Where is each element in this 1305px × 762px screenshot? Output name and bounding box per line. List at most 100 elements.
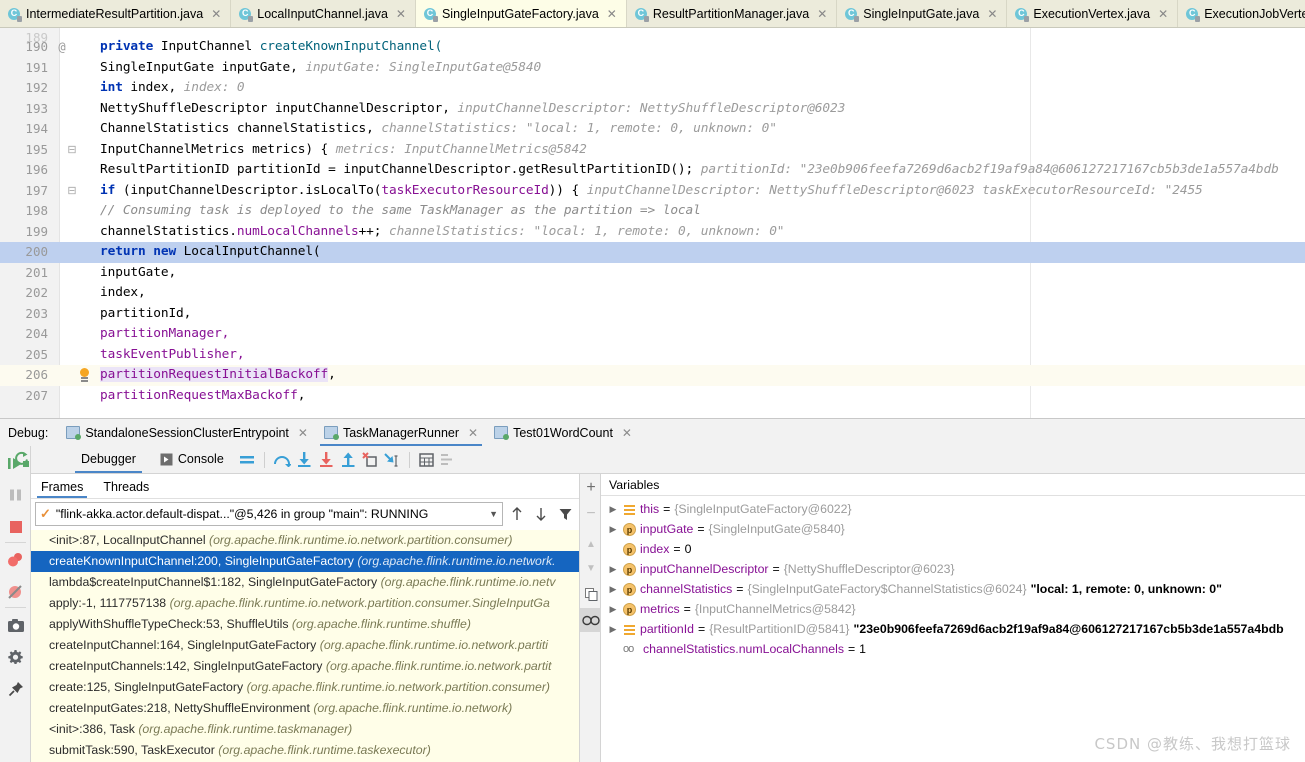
move-down-button[interactable]: ▼	[580, 556, 602, 580]
code-line[interactable]: 199 channelStatistics.numLocalChannels++…	[0, 222, 1305, 243]
expand-arrow-icon[interactable]: ▶	[607, 559, 619, 579]
close-icon[interactable]: ✕	[987, 8, 997, 20]
frames-subtab-frames[interactable]: Frames	[31, 480, 93, 498]
close-icon[interactable]: ✕	[817, 8, 827, 20]
variable-row[interactable]: ▶ partitionId = {ResultPartitionID@5841} …	[601, 619, 1305, 639]
intention-bulb-icon[interactable]	[78, 368, 91, 382]
code-editor[interactable]: 189 190 @ private InputChannel createKnownI…	[0, 28, 1305, 418]
settings-button[interactable]	[0, 642, 31, 672]
add-watch-button[interactable]: +	[580, 476, 602, 500]
fold-marker-icon[interactable]: ⊟	[66, 140, 78, 161]
expand-arrow-icon[interactable]: ▶	[607, 519, 619, 539]
close-icon[interactable]: ✕	[211, 8, 221, 20]
step-over-button[interactable]	[271, 449, 293, 471]
frame-item[interactable]: applyWithShuffleTypeCheck:53, ShuffleUti…	[31, 614, 579, 635]
code-line[interactable]: 203 partitionId,	[0, 304, 1305, 325]
editor-tab-0[interactable]: IntermediateResultPartition.java ✕	[0, 0, 232, 27]
frame-item[interactable]: createInputChannel:164, SingleInputGateF…	[31, 635, 579, 656]
code-line[interactable]: 204 partitionManager,	[0, 324, 1305, 345]
editor-tab-6[interactable]: ExecutionJobVertex.java✕	[1178, 0, 1305, 27]
mute-breakpoints-button[interactable]	[0, 577, 31, 607]
code-line[interactable]: 193 NettyShuffleDescriptor inputChannelD…	[0, 99, 1305, 120]
inspect-button[interactable]	[580, 608, 602, 632]
close-icon[interactable]: ✕	[622, 426, 632, 440]
frames-subtab-threads[interactable]: Threads	[93, 480, 159, 498]
debug-config-tab-1[interactable]: TaskManagerRunner ✕	[316, 419, 486, 446]
variables-list[interactable]: ▶ this = {SingleInputGateFactory@6022} ▶ p i…	[601, 496, 1305, 659]
chevron-down-icon[interactable]: ▼	[489, 509, 498, 519]
code-line[interactable]: 201 inputGate,	[0, 263, 1305, 284]
code-line[interactable]: 191 SingleInputGate inputGate, inputGate…	[0, 58, 1305, 79]
pin-tab-button[interactable]	[0, 674, 31, 704]
frame-item[interactable]: createKnownInputChannel:200, SingleInput…	[31, 551, 579, 572]
code-line[interactable]: 198 // Consuming task is deployed to the…	[0, 201, 1305, 222]
force-step-into-button[interactable]	[315, 449, 337, 471]
code-line[interactable]: 197 ⊟ if (inputChannelDescriptor.isLocalT…	[0, 181, 1305, 202]
run-to-cursor-button[interactable]	[381, 449, 403, 471]
rerun-button[interactable]	[10, 449, 32, 471]
frame-item[interactable]: createInputGates:218, NettyShuffleEnviro…	[31, 698, 579, 719]
debug-config-tab-0[interactable]: StandaloneSessionClusterEntrypoint ✕	[58, 419, 316, 446]
code-line[interactable]: 206 partitionRequestInitialBackoff,	[0, 365, 1305, 386]
code-line[interactable]: 196 ResultPartitionID partitionId = inpu…	[0, 160, 1305, 181]
evaluate-expression-button[interactable]	[416, 449, 438, 471]
copy-value-button[interactable]	[580, 582, 602, 606]
frame-item[interactable]: <init>:87, LocalInputChannel (org.apache…	[31, 530, 579, 551]
code-line[interactable]: 207 partitionRequestMaxBackoff,	[0, 386, 1305, 407]
frames-list[interactable]: <init>:87, LocalInputChannel (org.apache…	[31, 530, 579, 762]
override-marker-icon[interactable]: @	[54, 37, 70, 58]
code-line[interactable]: 205 taskEventPublisher,	[0, 345, 1305, 366]
editor-tab-3[interactable]: ResultPartitionManager.java ✕	[627, 0, 838, 27]
close-icon[interactable]: ✕	[468, 426, 478, 440]
debug-config-tab-2[interactable]: Test01WordCount ✕	[486, 419, 640, 446]
screenshot-button[interactable]	[0, 610, 31, 640]
frame-item[interactable]: create:125, SingleInputGateFactory (org.…	[31, 677, 579, 698]
layout-settings-button[interactable]	[236, 449, 258, 471]
frame-down-button[interactable]	[531, 503, 551, 525]
variable-row[interactable]: ▶ p channelStatistics = {SingleInputGateFa…	[601, 579, 1305, 599]
expand-arrow-icon[interactable]: ▶	[607, 599, 619, 619]
editor-tab-1[interactable]: LocalInputChannel.java ✕	[231, 0, 416, 27]
tab-debugger[interactable]: Debugger	[69, 446, 148, 473]
thread-selector[interactable]: ✓ "flink-akka.actor.default-dispat..."@5…	[35, 502, 503, 526]
close-icon[interactable]: ✕	[1158, 8, 1168, 20]
pause-program-button[interactable]	[0, 480, 31, 510]
frame-item[interactable]: createInputChannels:142, SingleInputGate…	[31, 656, 579, 677]
code-line[interactable]: 202 index,	[0, 283, 1305, 304]
frame-item[interactable]: lambda$createInputChannel$1:182, SingleI…	[31, 572, 579, 593]
editor-tab-5[interactable]: ExecutionVertex.java ✕	[1007, 0, 1179, 27]
frame-up-button[interactable]	[507, 503, 527, 525]
code-line[interactable]: 190 @ private InputChannel createKnownInpu…	[0, 37, 1305, 58]
variable-row[interactable]: ▶ p metrics = {InputChannelMetrics@5842}	[601, 599, 1305, 619]
close-icon[interactable]: ✕	[298, 426, 308, 440]
variable-row[interactable]: ▶ p inputGate = {SingleInputGate@5840}	[601, 519, 1305, 539]
step-into-button[interactable]	[293, 449, 315, 471]
code-line[interactable]: 192 int index, index: 0	[0, 78, 1305, 99]
close-icon[interactable]: ✕	[396, 8, 406, 20]
code-line[interactable]: 200 return new LocalInputChannel(	[0, 242, 1305, 263]
editor-tab-2[interactable]: SingleInputGateFactory.java ✕	[415, 0, 627, 27]
variable-row[interactable]: ▶ this = {SingleInputGateFactory@6022}	[601, 499, 1305, 519]
tab-console[interactable]: Console	[148, 446, 236, 473]
expand-arrow-icon[interactable]: ▶	[607, 619, 619, 639]
remove-watch-button[interactable]: −	[580, 502, 602, 526]
expand-arrow-icon[interactable]: ▶	[607, 499, 619, 519]
move-up-button[interactable]: ▲	[580, 532, 602, 556]
code-line[interactable]: 194 ChannelStatistics channelStatistics,…	[0, 119, 1305, 140]
close-icon[interactable]: ✕	[607, 8, 617, 20]
code-line[interactable]: 189	[0, 28, 1305, 45]
stop-button[interactable]	[0, 512, 31, 542]
filter-frames-button[interactable]	[555, 503, 575, 525]
frame-item[interactable]: <init>:386, Task (org.apache.flink.runti…	[31, 719, 579, 740]
fold-marker-icon[interactable]: ⊟	[66, 181, 78, 202]
view-breakpoints-button[interactable]	[0, 545, 31, 575]
variable-row[interactable]: ▶ p inputChannelDescriptor = {NettyShuffle…	[601, 559, 1305, 579]
drop-frame-button[interactable]	[359, 449, 381, 471]
frame-item[interactable]: submitTask:590, TaskExecutor (org.apache…	[31, 740, 579, 761]
step-out-button[interactable]	[337, 449, 359, 471]
code-line[interactable]: 195 ⊟ InputChannelMetrics metrics) { metr…	[0, 140, 1305, 161]
variable-row[interactable]: p index = 0	[601, 539, 1305, 559]
variable-row[interactable]: oo channelStatistics.numLocalChannels = 1	[601, 639, 1305, 659]
settings-layout-button[interactable]	[438, 449, 460, 471]
frame-item[interactable]: apply:-1, 1117757138 (org.apache.flink.r…	[31, 593, 579, 614]
